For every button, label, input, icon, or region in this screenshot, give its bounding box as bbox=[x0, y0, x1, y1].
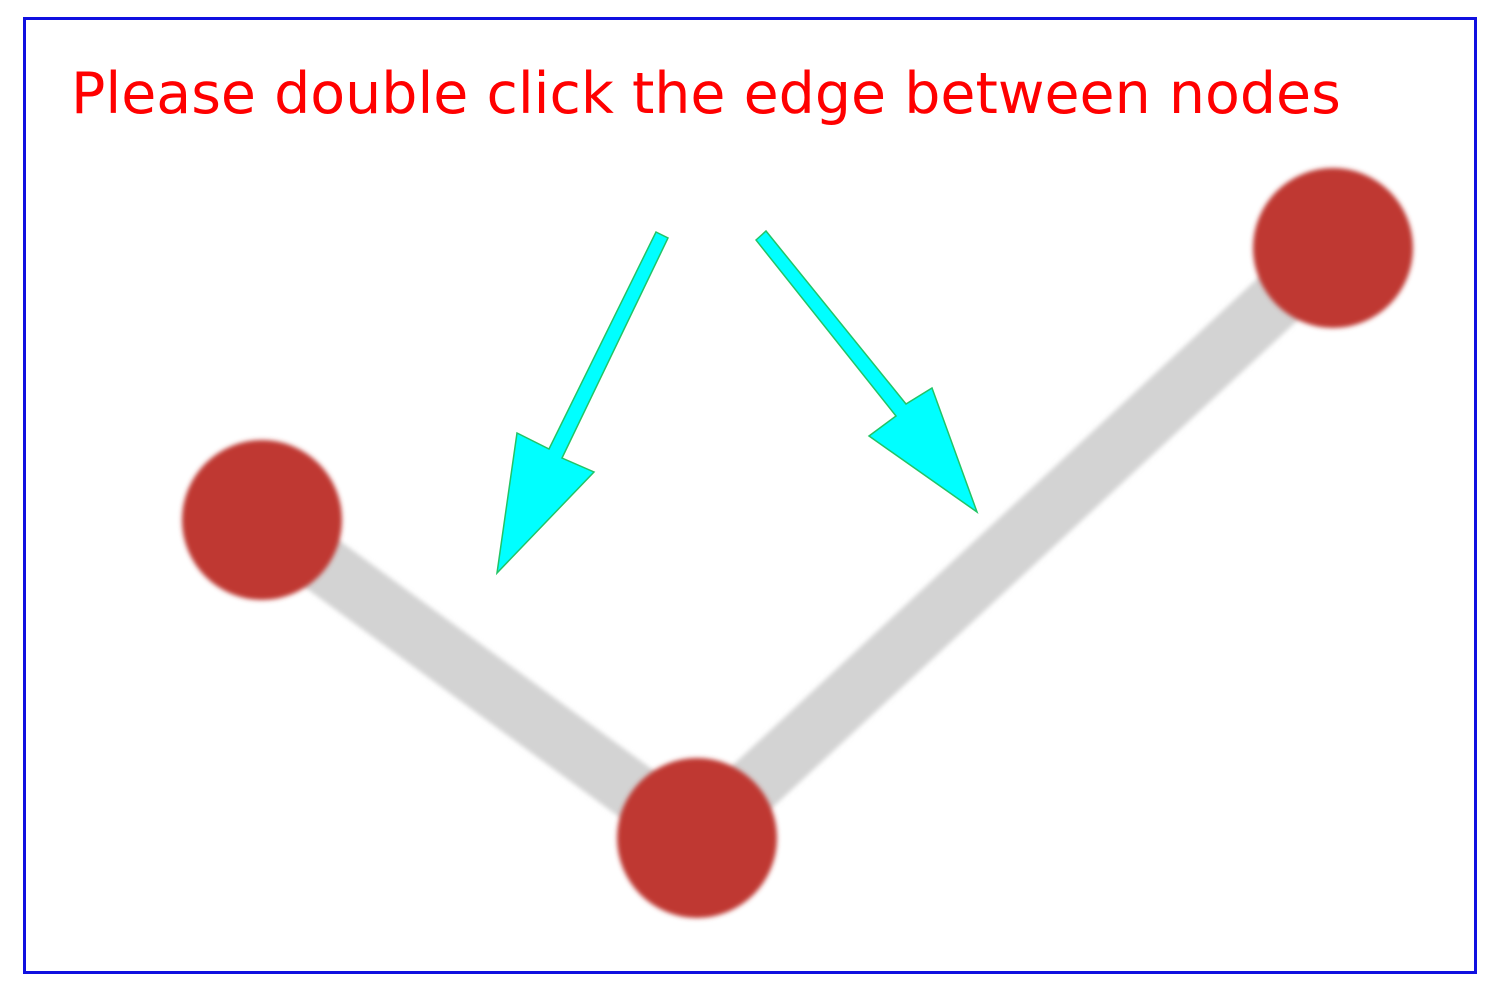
edge-bottom-right[interactable] bbox=[677, 226, 1353, 860]
node-bottom[interactable] bbox=[617, 758, 777, 918]
edges-layer bbox=[244, 226, 1353, 862]
node-left[interactable] bbox=[182, 440, 342, 600]
graph-canvas bbox=[182, 168, 1413, 918]
arrow-down-right-icon bbox=[754, 229, 979, 514]
node-right[interactable] bbox=[1253, 168, 1413, 328]
edge-left-bottom[interactable] bbox=[244, 496, 715, 862]
arrow-down-left-icon bbox=[495, 230, 669, 576]
hint-arrows bbox=[495, 229, 979, 576]
